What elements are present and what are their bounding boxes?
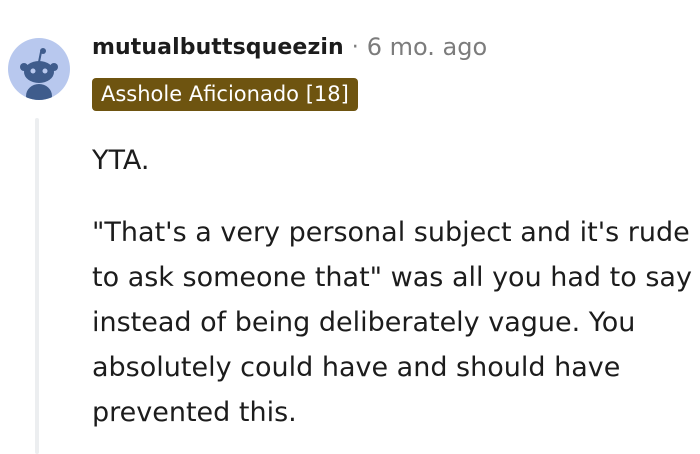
avatar[interactable] bbox=[8, 38, 70, 100]
comment-timestamp[interactable]: 6 mo. ago bbox=[367, 33, 487, 61]
comment-meta: mutualbuttsqueezin · 6 mo. ago bbox=[92, 30, 487, 64]
comment: mutualbuttsqueezin · 6 mo. ago Asshole A… bbox=[0, 0, 700, 454]
comment-paragraph: "That's a very personal subject and it's… bbox=[92, 217, 692, 428]
thread-collapse-line[interactable] bbox=[35, 118, 39, 454]
meta-separator: · bbox=[351, 34, 359, 60]
user-flair-badge: Asshole Aficionado [18] bbox=[92, 78, 358, 111]
author-link[interactable]: mutualbuttsqueezin bbox=[92, 35, 344, 60]
comment-paragraph: YTA. bbox=[92, 145, 150, 176]
comment-body: YTA. "That's a very personal subject and… bbox=[92, 138, 692, 435]
reddit-snoo-avatar-icon bbox=[20, 48, 58, 100]
